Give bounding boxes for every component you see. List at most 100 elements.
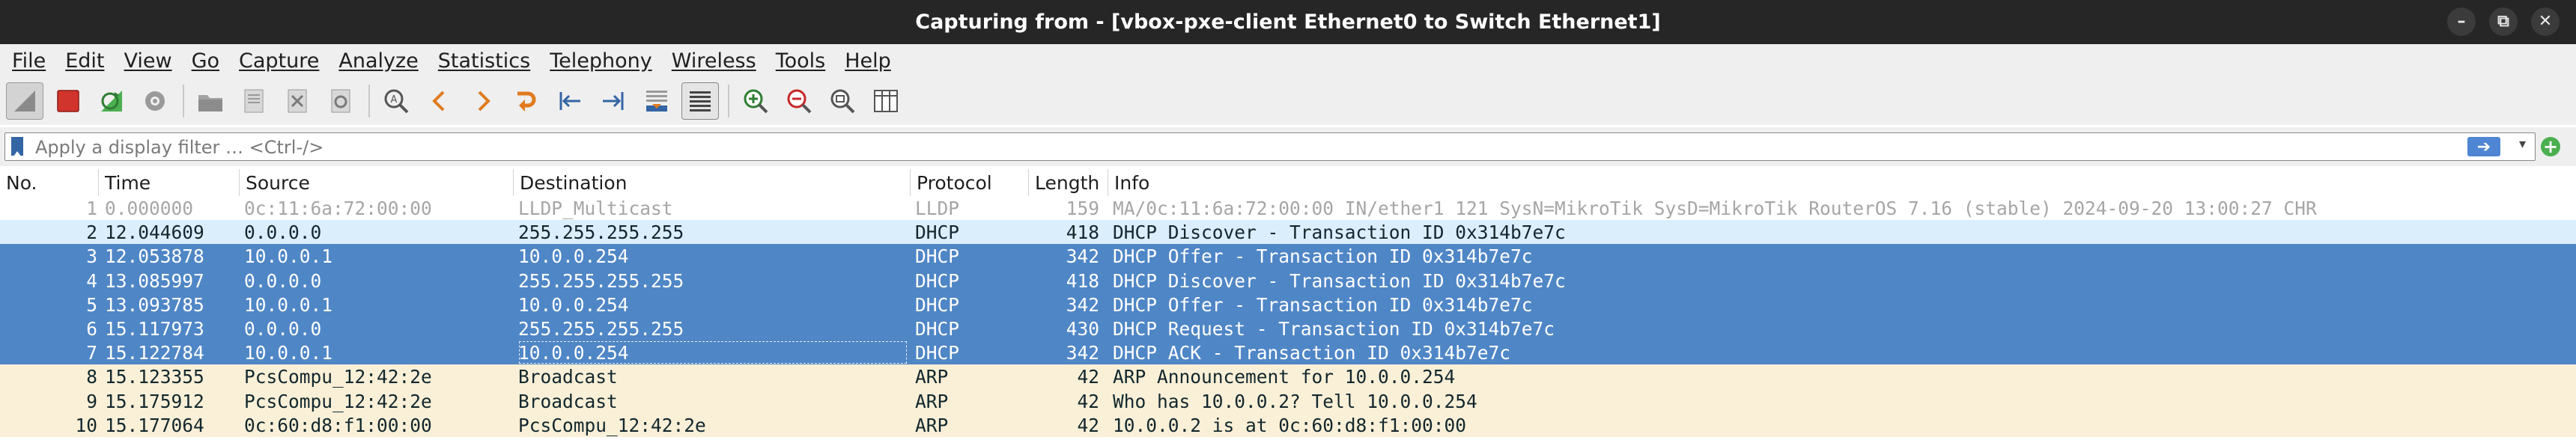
packet-source: 10.0.0.1 [244,245,333,268]
auto-scroll-icon[interactable] [638,82,675,120]
menu-statistics[interactable]: Statistics [428,49,540,73]
packet-length: 342 [1066,342,1099,364]
packet-time: 0.000000 [105,198,194,219]
title-bar: Capturing from - [vbox-pxe-client Ethern… [0,0,2576,44]
column-header-time[interactable]: Time [99,169,240,196]
colorize-icon[interactable] [681,82,719,120]
go-back-icon[interactable] [421,82,458,120]
column-header-info[interactable]: Info [1108,169,2576,196]
packet-destination: Broadcast [518,366,618,388]
packet-destination: 10.0.0.254 [518,245,629,268]
packet-no: 3 [86,245,97,268]
packet-length: 430 [1066,317,1099,340]
packet-source: PcsCompu_12:42:2e [244,390,432,412]
packet-destination: Broadcast [518,390,618,412]
packet-no: 6 [86,317,97,340]
packet-source: 10.0.0.1 [244,293,333,316]
menu-telephony[interactable]: Telephony [540,49,662,73]
packet-time: 13.093785 [105,293,204,316]
menu-view[interactable]: View [114,49,181,73]
packet-protocol: DHCP [915,245,960,268]
restart-capture-icon[interactable] [93,82,130,120]
close-file-icon[interactable] [279,82,316,120]
menu-go[interactable]: Go [182,49,229,73]
menu-file[interactable]: File [0,49,55,73]
column-header-destination[interactable]: Destination [514,169,911,196]
packet-time: 15.117973 [105,317,204,340]
menu-tools[interactable]: Tools [766,49,836,73]
resize-columns-icon[interactable] [867,82,905,120]
packet-list: 1 0.000000 0c:11:6a:72:00:00 LLDP_Multic… [0,196,2576,437]
main-toolbar: A [0,77,2576,125]
packet-row[interactable]: 2 12.044609 0.0.0.0 255.255.255.255 DHCP… [0,220,2576,245]
column-header-source[interactable]: Source [240,169,514,196]
menu-help[interactable]: Help [835,49,901,73]
packet-source: 0c:60:d8:f1:00:00 [244,414,432,436]
packet-no: 10 [75,414,97,436]
packet-info: DHCP Request - Transaction ID 0x314b7e7c [1113,317,1555,340]
packet-info: DHCP Discover - Transaction ID 0x314b7e7… [1113,269,1566,292]
save-file-icon[interactable] [235,82,273,120]
find-packet-icon[interactable]: A [377,82,415,120]
zoom-in-icon[interactable] [737,82,774,120]
menu-analyze[interactable]: Analyze [329,49,428,73]
menu-capture[interactable]: Capture [229,49,329,73]
packet-info: DHCP ACK - Transaction ID 0x314b7e7c [1113,342,1511,364]
packet-protocol: DHCP [915,342,960,364]
packet-length: 342 [1066,245,1099,268]
toolbar-separator [183,85,184,117]
filter-bookmark-icon[interactable] [11,137,23,156]
packet-destination: PcsCompu_12:42:2e [518,414,706,436]
packet-info: DHCP Discover - Transaction ID 0x314b7e7… [1113,222,1566,244]
packet-time: 15.122784 [105,342,204,364]
packet-row[interactable]: 5 13.093785 10.0.0.1 10.0.0.254 DHCP 342… [0,292,2576,317]
menu-wireless[interactable]: Wireless [662,49,766,73]
packet-source: PcsCompu_12:42:2e [244,366,432,388]
column-header-protocol[interactable]: Protocol [911,169,1029,196]
packet-row[interactable]: 9 15.175912 PcsCompu_12:42:2e Broadcast … [0,388,2576,413]
close-icon[interactable]: ✕ [2531,7,2560,36]
start-capture-icon[interactable] [6,82,43,120]
packet-time: 15.123355 [105,366,204,388]
normal-size-icon[interactable] [824,82,861,120]
stop-capture-icon[interactable] [49,82,87,120]
minimize-icon[interactable]: – [2447,7,2476,36]
go-forward-icon[interactable] [464,82,502,120]
restore-icon[interactable]: ⧉ [2489,7,2518,36]
first-packet-icon[interactable] [551,82,589,120]
packet-row[interactable]: 4 13.085997 0.0.0.0 255.255.255.255 DHCP… [0,268,2576,293]
window-controls: – ⧉ ✕ [2447,7,2560,36]
zoom-out-icon[interactable] [780,82,818,120]
packet-row[interactable]: 6 15.117973 0.0.0.0 255.255.255.255 DHCP… [0,316,2576,341]
packet-destination: 255.255.255.255 [518,222,684,244]
open-file-icon[interactable] [192,82,229,120]
display-filter-field: ➔ ▾ [4,132,2536,161]
packet-time: 15.177064 [105,414,204,436]
packet-time: 15.175912 [105,390,204,412]
packet-time: 12.044609 [105,222,204,244]
chevron-down-icon[interactable]: ▾ [2519,136,2526,152]
packet-info: 10.0.0.2 is at 0c:60:d8:f1:00:00 [1113,414,1467,436]
go-to-packet-icon[interactable] [508,82,545,120]
add-filter-button[interactable]: + [2541,137,2560,156]
packet-row[interactable]: 10 15.177064 0c:60:d8:f1:00:00 PcsCompu_… [0,412,2576,437]
column-header-length[interactable]: Length [1029,169,1108,196]
packet-destination: 255.255.255.255 [518,317,684,340]
apply-filter-icon[interactable]: ➔ [2467,137,2500,156]
capture-options-icon[interactable] [136,82,174,120]
reload-icon[interactable] [322,82,359,120]
packet-length: 418 [1066,269,1099,292]
display-filter-input[interactable] [34,134,2470,161]
packet-no: 4 [86,269,97,292]
packet-row[interactable]: 1 0.000000 0c:11:6a:72:00:00 LLDP_Multic… [0,196,2576,221]
packet-protocol: ARP [915,366,949,388]
last-packet-icon[interactable] [595,82,632,120]
menu-edit[interactable]: Edit [55,49,114,73]
packet-no: 2 [86,222,97,244]
column-header-no[interactable]: No. [0,169,99,196]
packet-row[interactable]: 8 15.123355 PcsCompu_12:42:2e Broadcast … [0,364,2576,389]
packet-row[interactable]: 3 12.053878 10.0.0.1 10.0.0.254 DHCP 342… [0,244,2576,269]
packet-row[interactable]: 7 15.122784 10.0.0.1 10.0.0.254 DHCP 342… [0,340,2576,365]
packet-source: 0.0.0.0 [244,269,322,292]
toolbar-separator [728,85,729,117]
